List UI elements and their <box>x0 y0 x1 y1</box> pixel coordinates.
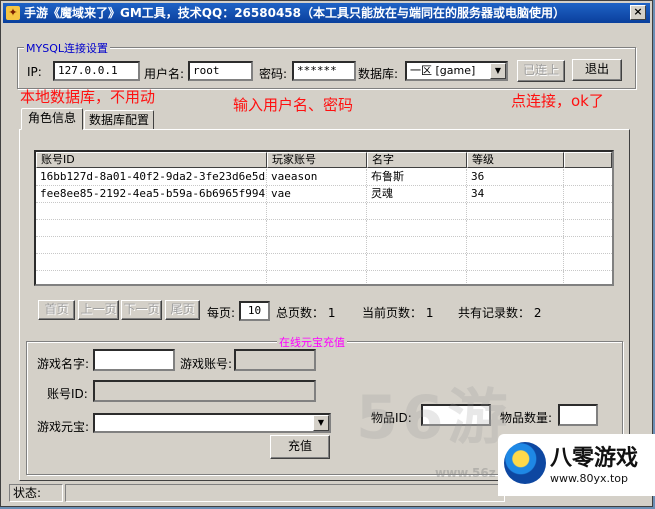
logo-url: www.80yx.top <box>550 472 629 485</box>
ip-label: IP: <box>27 65 42 79</box>
total-pages-caption: 总页数： <box>276 306 325 320</box>
last-page-button[interactable]: 尾页 <box>165 300 200 320</box>
role-list[interactable]: 账号ID 玩家账号 名字 等级 16bb127d-8a01-40f2-9da2-… <box>34 150 614 286</box>
database-select[interactable]: 一区 [game] ▼ <box>405 61 508 81</box>
logo-name: 八零游戏 <box>550 446 639 471</box>
exit-button[interactable]: 退出 <box>572 59 622 81</box>
empty-row <box>36 237 612 254</box>
cell-account-id: 16bb127d-8a01-40f2-9da2-3fe23d6e5d3c <box>36 169 267 185</box>
tab-role-info[interactable]: 角色信息 <box>21 108 83 130</box>
current-page-label: 当前页数： 1 <box>362 304 433 321</box>
tab-db-config[interactable]: 数据库配置 <box>84 110 154 130</box>
item-id-label: 物品ID: <box>371 411 412 425</box>
recharge-button[interactable]: 充值 <box>270 435 330 459</box>
status-label: 状态: <box>9 484 63 502</box>
connected-button[interactable]: 已连上 <box>517 60 565 82</box>
game-account-input[interactable] <box>234 349 316 371</box>
total-pages-label: 总页数： 1 <box>276 304 335 321</box>
annotation-click-connect: 点连接，ok了 <box>511 92 604 110</box>
password-input[interactable]: ****** <box>292 61 356 81</box>
game-account-label: 游戏账号: <box>180 357 233 371</box>
item-qty-label: 物品数量: <box>500 411 553 425</box>
main-window: ✦ 手游《魔域来了》GM工具，技术QQ：26580458（本工具只能放在与端同在… <box>0 0 655 507</box>
status-value <box>65 484 505 502</box>
cell-account-id: fee8ee85-2192-4ea5-b59a-6b6965f9947b <box>36 186 267 202</box>
item-id-input[interactable] <box>421 404 491 426</box>
cell-player-account: vae <box>267 186 367 202</box>
per-page-label: 每页: <box>207 306 236 320</box>
ingot-select[interactable]: ▼ <box>93 413 331 433</box>
total-records-value: 2 <box>533 306 542 320</box>
title-bar[interactable]: ✦ 手游《魔域来了》GM工具，技术QQ：26580458（本工具只能放在与端同在… <box>3 3 650 23</box>
window-title: 手游《魔域来了》GM工具，技术QQ：26580458（本工具只能放在与端同在的服… <box>24 6 565 20</box>
annotation-enter-credentials: 输入用户名、密码 <box>233 96 354 114</box>
total-pages-value: 1 <box>327 306 336 320</box>
total-records-label: 共有记录数： 2 <box>458 304 541 321</box>
column-name[interactable]: 名字 <box>367 152 467 168</box>
next-page-button[interactable]: 下一页 <box>121 300 162 320</box>
total-records-caption: 共有记录数： <box>458 306 531 320</box>
empty-row <box>36 254 612 271</box>
chevron-down-icon[interactable]: ▼ <box>313 415 329 431</box>
recharge-legend: 在线元宝充值 <box>277 334 347 350</box>
empty-row <box>36 203 612 220</box>
cell-level: 34 <box>467 186 564 202</box>
close-button[interactable]: × <box>630 5 646 20</box>
swirl-logo-icon <box>504 442 546 484</box>
chevron-down-icon[interactable]: ▼ <box>490 63 506 79</box>
table-row[interactable]: fee8ee85-2192-4ea5-b59a-6b6965f9947b vae… <box>36 186 612 203</box>
prev-page-button[interactable]: 上一页 <box>78 300 119 320</box>
cell-name: 灵魂 <box>367 186 467 202</box>
app-icon: ✦ <box>6 6 20 20</box>
per-page-input[interactable]: 10 <box>239 301 270 321</box>
ingot-label: 游戏元宝: <box>37 420 90 434</box>
game-name-input[interactable] <box>93 349 175 371</box>
table-row[interactable]: 16bb127d-8a01-40f2-9da2-3fe23d6e5d3c vae… <box>36 169 612 186</box>
role-list-header: 账号ID 玩家账号 名字 等级 <box>36 152 612 168</box>
column-extra <box>564 152 612 168</box>
column-level[interactable]: 等级 <box>467 152 564 168</box>
annotation-local-db: 本地数据库，不用动 <box>20 88 156 106</box>
current-page-caption: 当前页数： <box>362 306 423 320</box>
username-label: 用户名: <box>144 67 185 81</box>
ip-input[interactable]: 127.0.0.1 <box>53 61 140 81</box>
database-label: 数据库: <box>358 67 399 81</box>
current-page-value: 1 <box>425 306 434 320</box>
cell-player-account: vaeason <box>267 169 367 185</box>
column-player-account[interactable]: 玩家账号 <box>267 152 367 168</box>
cell-name: 布鲁斯 <box>367 169 467 185</box>
first-page-button[interactable]: 首页 <box>38 300 75 320</box>
column-account-id[interactable]: 账号ID <box>36 152 267 168</box>
empty-row <box>36 220 612 237</box>
account-id-label: 账号ID: <box>47 387 88 401</box>
cell-level: 36 <box>467 169 564 185</box>
password-label: 密码: <box>259 67 288 81</box>
game-name-label: 游戏名字: <box>37 357 90 371</box>
account-id-input[interactable] <box>93 380 316 402</box>
mysql-legend: MYSQL连接设置 <box>24 40 110 56</box>
site-logo: 八零游戏 www.80yx.top <box>498 434 655 496</box>
database-selected-value: 一区 [game] <box>410 64 476 77</box>
item-qty-input[interactable] <box>558 404 598 426</box>
empty-row <box>36 271 612 284</box>
username-input[interactable]: root <box>188 61 253 81</box>
